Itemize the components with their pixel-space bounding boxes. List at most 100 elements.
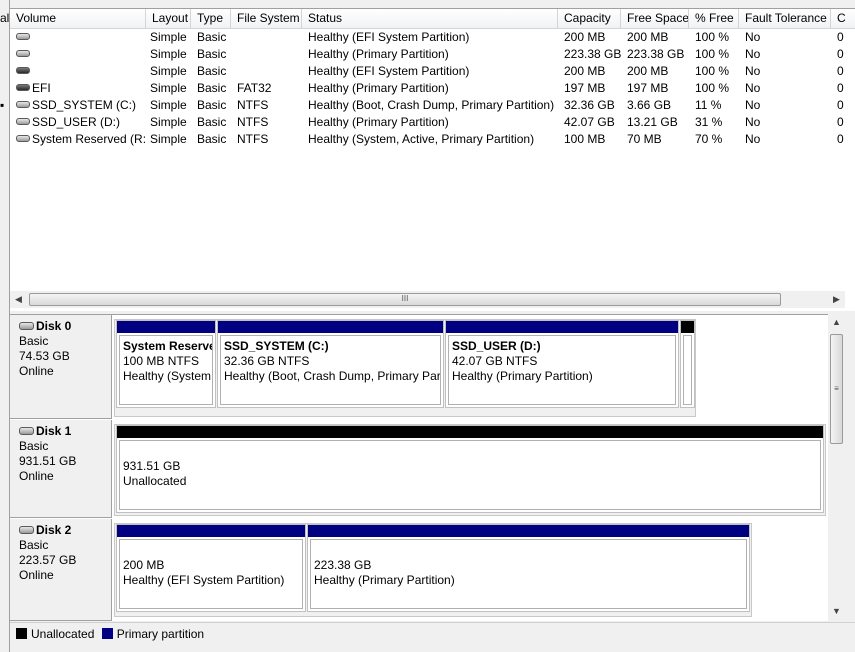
- volume-cell-volume: [16, 46, 146, 63]
- partition-bar: [117, 525, 305, 537]
- partition-status: Healthy (Primary Partition): [314, 573, 455, 587]
- disk-icon: [19, 525, 34, 534]
- disk-icon: [16, 50, 30, 58]
- volume-cell-layout: Simple: [150, 47, 187, 61]
- vertical-scroll-thumb[interactable]: ≡: [830, 334, 843, 444]
- partition-name: System Reserved: [123, 339, 212, 353]
- volume-cell-layout: Simple: [150, 30, 187, 44]
- volume-cell-layout: Simple: [150, 64, 187, 78]
- volume-cell-pct: 100 %: [695, 47, 730, 61]
- volume-cell-status: Healthy (Primary Partition): [308, 47, 449, 61]
- volume-row[interactable]: System Reserved (R:) Simple Basic NTFS Healt…: [10, 131, 855, 148]
- column-header-file-system[interactable]: File System: [231, 9, 302, 28]
- column-header-overhead[interactable]: C: [831, 9, 855, 28]
- partition-unallocated[interactable]: 931.51 GB Unallocated: [116, 425, 824, 513]
- partition-size: 32.36 GB NTFS: [224, 354, 310, 368]
- volume-cell-type: Basic: [197, 81, 227, 95]
- scroll-up-icon[interactable]: ▲: [828, 314, 845, 331]
- partition-status: Unallocated: [123, 474, 187, 488]
- disk-size: 931.51 GB: [19, 454, 77, 468]
- partition-name: SSD_USER (D:): [452, 339, 541, 353]
- column-header-percent-free[interactable]: % Free: [689, 9, 739, 28]
- disk-size: 223.57 GB: [19, 553, 77, 567]
- volume-row[interactable]: Simple Basic Healthy (EFI System Partition…: [10, 29, 855, 46]
- volume-row[interactable]: EFI Simple Basic FAT32 Healthy (Primary Part…: [10, 80, 855, 97]
- disk-2-partitions: 200 MB Healthy (EFI System Partition) 223…: [114, 523, 752, 617]
- unallocated-swatch: [16, 628, 27, 640]
- volume-cell-fs: FAT32: [237, 81, 272, 95]
- disk-type: Basic: [19, 439, 49, 453]
- volume-cell-status: Healthy (EFI System Partition): [308, 30, 470, 44]
- volume-cell-c: 0: [837, 47, 844, 61]
- volume-row[interactable]: SSD_USER (D:) Simple Basic NTFS Healthy (Pri…: [10, 114, 855, 131]
- partition-bar: [117, 321, 215, 333]
- volume-cell-status: Healthy (Boot, Crash Dump, Primary Parti…: [308, 98, 555, 112]
- legend-primary-partition: Primary partition: [116, 627, 205, 641]
- partition-name: SSD_SYSTEM (C:): [224, 339, 329, 353]
- volume-cell-layout: Simple: [150, 81, 187, 95]
- partition-primary[interactable]: 223.38 GB Healthy (Primary Partition): [307, 524, 750, 612]
- partition-ssd-user[interactable]: SSD_USER (D:) 42.07 GB NTFS Healthy (Prima…: [445, 320, 679, 408]
- volume-list: Volume Layout Type File System Status Ca…: [10, 8, 855, 311]
- disk-size: 74.53 GB: [19, 349, 70, 363]
- disk-icon: [19, 426, 34, 435]
- scroll-down-icon[interactable]: ▼: [828, 603, 845, 620]
- volume-cell-volume: [16, 29, 146, 46]
- scroll-left-icon[interactable]: ◀: [10, 291, 27, 308]
- disk-type: Basic: [19, 334, 49, 348]
- volume-list-header: Volume Layout Type File System Status Ca…: [10, 9, 855, 29]
- volume-cell-volume: [16, 63, 146, 80]
- partition-bar: [446, 321, 678, 333]
- volume-cell-type: Basic: [197, 115, 227, 129]
- column-header-volume[interactable]: Volume: [10, 9, 146, 28]
- disk-dark-icon: [16, 84, 30, 92]
- partition-small-unallocated[interactable]: [680, 320, 695, 408]
- volume-row[interactable]: SSD_SYSTEM (C:) Simple Basic NTFS Healthy (B…: [10, 97, 855, 114]
- volume-cell-type: Basic: [197, 132, 227, 146]
- column-header-layout[interactable]: Layout: [146, 9, 191, 28]
- partition-ssd-system[interactable]: SSD_SYSTEM (C:) 32.36 GB NTFS Healthy (Boo…: [217, 320, 444, 408]
- disk-label-0[interactable]: Disk 0 Basic 74.53 GB Online: [10, 315, 112, 419]
- volume-cell-free: 197 MB: [627, 81, 669, 95]
- column-header-capacity[interactable]: Capacity: [558, 9, 621, 28]
- volume-cell-type: Basic: [197, 30, 227, 44]
- disk-icon: [16, 101, 30, 109]
- volume-cell-layout: Simple: [150, 98, 187, 112]
- partition-system-reserved[interactable]: System Reserved100 MB NTFSHealthy (Syste…: [116, 320, 216, 408]
- volume-cell-status: Healthy (Primary Partition): [308, 115, 449, 129]
- volume-cell-volume: SSD_SYSTEM (C:): [16, 97, 146, 114]
- volume-cell-layout: Simple: [150, 115, 187, 129]
- volume-cell-free: 223.38 GB: [627, 47, 685, 61]
- disk-0-partitions: System Reserved100 MB NTFSHealthy (Syste…: [114, 319, 696, 417]
- partition-size: 223.38 GB: [314, 558, 372, 572]
- volume-cell-volume: EFI: [16, 80, 146, 97]
- disk-icon: [16, 33, 30, 41]
- volume-cell-free: 13.21 GB: [627, 115, 678, 129]
- volume-cell-type: Basic: [197, 64, 227, 78]
- column-header-free-space[interactable]: Free Space: [621, 9, 689, 28]
- column-header-fault-tolerance[interactable]: Fault Tolerance: [739, 9, 831, 28]
- partition-size: 931.51 GB: [123, 459, 181, 473]
- disk-label-1[interactable]: Disk 1 Basic 931.51 GB Online: [10, 420, 112, 518]
- disk-row-2: Disk 2 Basic 223.57 GB Online 200 MB Heal…: [10, 519, 828, 621]
- column-header-type[interactable]: Type: [191, 9, 231, 28]
- volume-cell-pct: 100 %: [695, 81, 730, 95]
- volume-cell-fs: NTFS: [237, 115, 269, 129]
- volume-list-horizontal-scrollbar[interactable]: ◀ III ▶: [10, 291, 845, 308]
- volume-cell-capacity: 42.07 GB: [564, 115, 615, 129]
- partition-bar: [117, 426, 823, 438]
- partition-status: Healthy (Boot, Crash Dump, Primary Parti…: [224, 369, 441, 383]
- volume-cell-capacity: 197 MB: [564, 81, 606, 95]
- disk-label-2[interactable]: Disk 2 Basic 223.57 GB Online: [10, 519, 112, 621]
- column-header-status[interactable]: Status: [302, 9, 558, 28]
- volume-cell-fs: NTFS: [237, 132, 269, 146]
- volume-row[interactable]: Simple Basic Healthy (Primary Partition) 22…: [10, 46, 855, 63]
- volume-cell-capacity: 223.38 GB: [564, 47, 622, 61]
- partition-efi-system[interactable]: 200 MB Healthy (EFI System Partition): [116, 524, 306, 612]
- disk-view-vertical-scrollbar[interactable]: ▲ ≡ ▼: [828, 314, 845, 620]
- volume-cell-free: 70 MB: [627, 132, 662, 146]
- volume-name: EFI: [32, 81, 51, 95]
- horizontal-scroll-thumb[interactable]: III: [29, 293, 781, 306]
- volume-row[interactable]: Simple Basic Healthy (EFI System Partition…: [10, 63, 855, 80]
- scroll-right-icon[interactable]: ▶: [828, 291, 845, 308]
